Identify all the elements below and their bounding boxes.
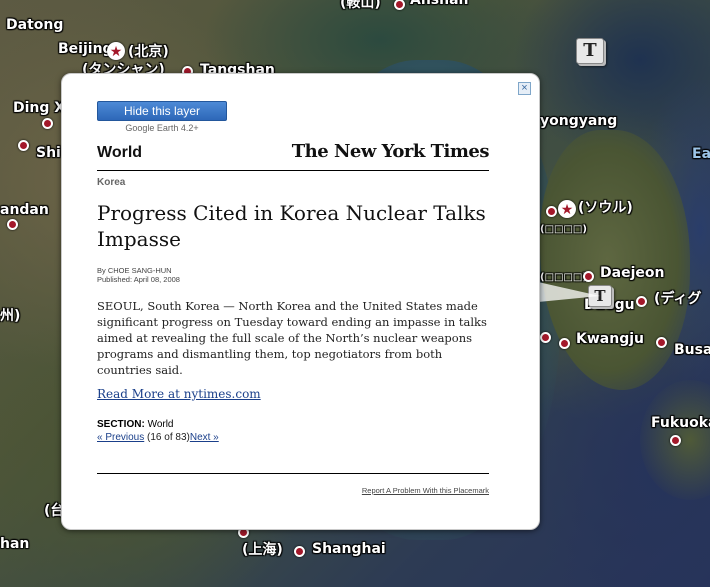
city-label-suwon: (□□□□) bbox=[540, 224, 587, 235]
report-problem-link[interactable]: Report A Problem With this Placemark bbox=[97, 486, 489, 495]
city-marker-andan[interactable] bbox=[7, 219, 18, 230]
next-link[interactable]: Next » bbox=[190, 432, 219, 443]
nyt-masthead-logo: The New York Times bbox=[291, 141, 490, 162]
city-label-kwangju: Kwangju bbox=[576, 331, 644, 347]
city-label-ding-x: Ding X bbox=[13, 100, 66, 116]
nyt-t-icon[interactable]: T bbox=[576, 38, 604, 64]
city-label-shanghai-cjk: (上海) bbox=[242, 542, 283, 558]
read-more-link[interactable]: Read More at nytimes.com bbox=[97, 387, 261, 401]
city-marker-mokpo[interactable] bbox=[540, 332, 551, 343]
previous-link[interactable]: « Previous bbox=[97, 432, 144, 443]
article-headline: Progress Cited in Korea Nuclear Talks Im… bbox=[97, 201, 486, 251]
balloon-content: Hide this layer Google Earth 4.2+ World … bbox=[97, 101, 490, 495]
seoul-star-icon[interactable]: ★ bbox=[558, 200, 576, 218]
city-label-busan: Busa bbox=[674, 342, 710, 358]
google-earth-version: Google Earth 4.2+ bbox=[125, 123, 199, 133]
city-marker-shanghai[interactable] bbox=[294, 546, 305, 557]
city-marker-fukuoka[interactable] bbox=[670, 435, 681, 446]
hide-layer-button[interactable]: Hide this layer bbox=[97, 101, 227, 121]
city-marker-busan[interactable] bbox=[656, 337, 667, 348]
placemark-balloon: × Hide this layer Google Earth 4.2+ Worl… bbox=[61, 73, 540, 530]
article-header: World The New York Times bbox=[97, 141, 490, 171]
city-label-beijing: Beijing bbox=[58, 41, 113, 57]
city-label-datong: Datong bbox=[6, 17, 64, 33]
article-summary: SEOUL, South Korea — North Korea and the… bbox=[97, 299, 487, 377]
section-label: SECTION: bbox=[97, 419, 145, 430]
bottom-divider bbox=[97, 473, 489, 474]
capital-star-icon[interactable]: ★ bbox=[107, 42, 125, 60]
city-label-anshan: Anshan bbox=[410, 0, 469, 8]
city-label-pyongyang: yongyang bbox=[540, 113, 618, 129]
section-line: SECTION: World bbox=[97, 419, 489, 430]
article-byline: By CHOE SANG-HUN bbox=[97, 266, 172, 275]
city-label-fukuoka: Fukuoka bbox=[651, 415, 710, 431]
city-label-daejeon: Daejeon bbox=[600, 265, 665, 281]
city-marker-inchon[interactable] bbox=[546, 206, 557, 217]
article-pager: « Previous (16 of 83)Next » bbox=[97, 432, 489, 443]
article-kicker: Korea bbox=[97, 177, 126, 188]
city-marker-shi[interactable] bbox=[18, 140, 29, 151]
city-label-seoul-kana: (ソウル) bbox=[578, 200, 633, 216]
city-marker-ding-x[interactable] bbox=[42, 118, 53, 129]
article-published-date: Published: April 08, 2008 bbox=[97, 275, 180, 284]
section-heading: World bbox=[97, 144, 143, 161]
city-marker-daejeon[interactable] bbox=[583, 271, 594, 282]
city-marker-daegu[interactable] bbox=[636, 296, 647, 307]
close-icon[interactable]: × bbox=[518, 82, 531, 95]
korean-peninsula bbox=[540, 130, 690, 390]
city-label-andan: andan bbox=[0, 202, 49, 218]
section-value: World bbox=[147, 419, 174, 430]
sea-label-east: Ea bbox=[692, 146, 710, 162]
city-marker-anshan[interactable] bbox=[394, 0, 405, 10]
city-marker-kwangju[interactable] bbox=[559, 338, 570, 349]
article-counter: (16 of 83) bbox=[147, 432, 190, 443]
city-label-cheongju: (□□□□) bbox=[540, 272, 587, 283]
city-label-beijing-cjk: (北京) bbox=[128, 44, 169, 60]
city-label-daegu-kana: (ディグ bbox=[654, 291, 702, 307]
city-label-shi: Shi bbox=[36, 145, 61, 161]
city-label-zhou: 州) bbox=[0, 308, 21, 324]
city-label-han: han bbox=[0, 536, 30, 552]
city-label-anshan-cjk: (鞍山) bbox=[340, 0, 381, 11]
city-label-shanghai: Shanghai bbox=[312, 541, 386, 557]
